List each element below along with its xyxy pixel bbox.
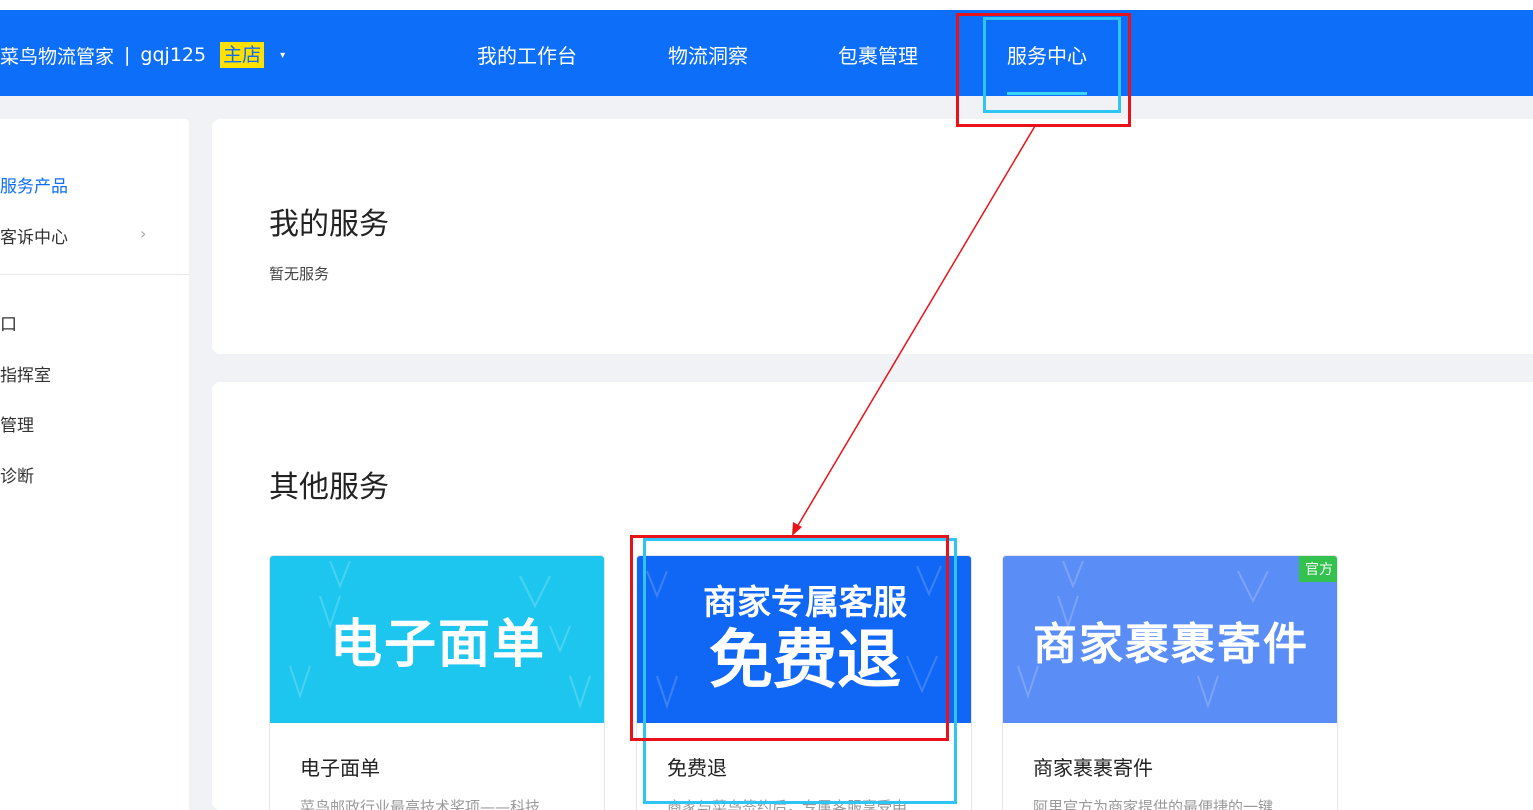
sidebar-item-complaint-center[interactable]: 客诉中心 [0, 223, 68, 248]
service-card-merchant-guoguo-shipping[interactable]: 官方 商家裹裹寄件 商家裹裹寄件 阿里官方为商家提供的最便捷的一键 [1002, 555, 1338, 810]
sidebar-item-port[interactable]: 口 [0, 310, 17, 335]
tab-package-management[interactable]: 包裹管理 [838, 40, 918, 68]
card-banner-subtitle: 商家专属客服 [703, 582, 907, 623]
tab-logistics-insight[interactable]: 物流洞察 [668, 40, 748, 68]
other-services-title: 其他服务 [269, 470, 389, 505]
card-banner-text: 免费退 [709, 623, 901, 698]
card-banner-text: 商家裹裹寄件 [1033, 618, 1309, 670]
card-description: 菜鸟邮政行业最高技术奖项——科技 [300, 798, 541, 810]
tab-workbench[interactable]: 我的工作台 [477, 40, 577, 68]
sidebar-item-service-products[interactable]: 服务产品 [0, 172, 68, 197]
brand-area: 菜鸟物流管家 | gqj125 主店 ▾ [0, 40, 285, 70]
brand-separator: | [124, 44, 131, 66]
my-services-title: 我的服务 [269, 207, 389, 242]
no-services-text: 暂无服务 [269, 265, 330, 283]
my-services-panel: 我的服务 暂无服务 [212, 119, 1533, 354]
sidebar-item-management[interactable]: 管理 [0, 411, 34, 436]
tab-service-center[interactable]: 服务中心 [1007, 40, 1087, 95]
card-title: 免费退 [667, 756, 727, 780]
service-card-free-return[interactable]: 商家专属客服 免费退 免费退 商家与菜鸟签约后，专属客服享受申 [636, 555, 972, 810]
chevron-right-icon: › [140, 224, 147, 243]
sidebar-item-diagnosis[interactable]: 诊断 [0, 462, 34, 487]
account-dropdown-caret-icon[interactable]: ▾ [280, 50, 285, 61]
card-banner: 电子面单 [270, 556, 604, 723]
sidebar-item-command-room[interactable]: 指挥室 [0, 361, 51, 386]
account-name: gqj125 [140, 44, 207, 66]
card-banner-text: 电子面单 [329, 615, 546, 675]
card-description: 阿里官方为商家提供的最便捷的一键 [1033, 798, 1274, 810]
store-badge: 主店 [220, 42, 265, 68]
card-title: 商家裹裹寄件 [1033, 756, 1153, 780]
card-description: 商家与菜鸟签约后，专属客服享受申 [667, 798, 908, 810]
brand-name[interactable]: 菜鸟物流管家 [0, 42, 114, 69]
card-banner: 商家专属客服 免费退 [637, 556, 971, 723]
card-title: 电子面单 [300, 756, 380, 780]
official-tag: 官方 [1299, 556, 1337, 582]
sidebar-divider [0, 274, 189, 275]
card-banner: 官方 商家裹裹寄件 [1003, 556, 1337, 723]
service-card-electronic-waybill[interactable]: 电子面单 电子面单 菜鸟邮政行业最高技术奖项——科技 [269, 555, 605, 810]
other-services-panel: 其他服务 电子面单 电子面单 菜鸟邮政行业最高技术奖项——科技 商家专属客服 免… [212, 382, 1533, 810]
